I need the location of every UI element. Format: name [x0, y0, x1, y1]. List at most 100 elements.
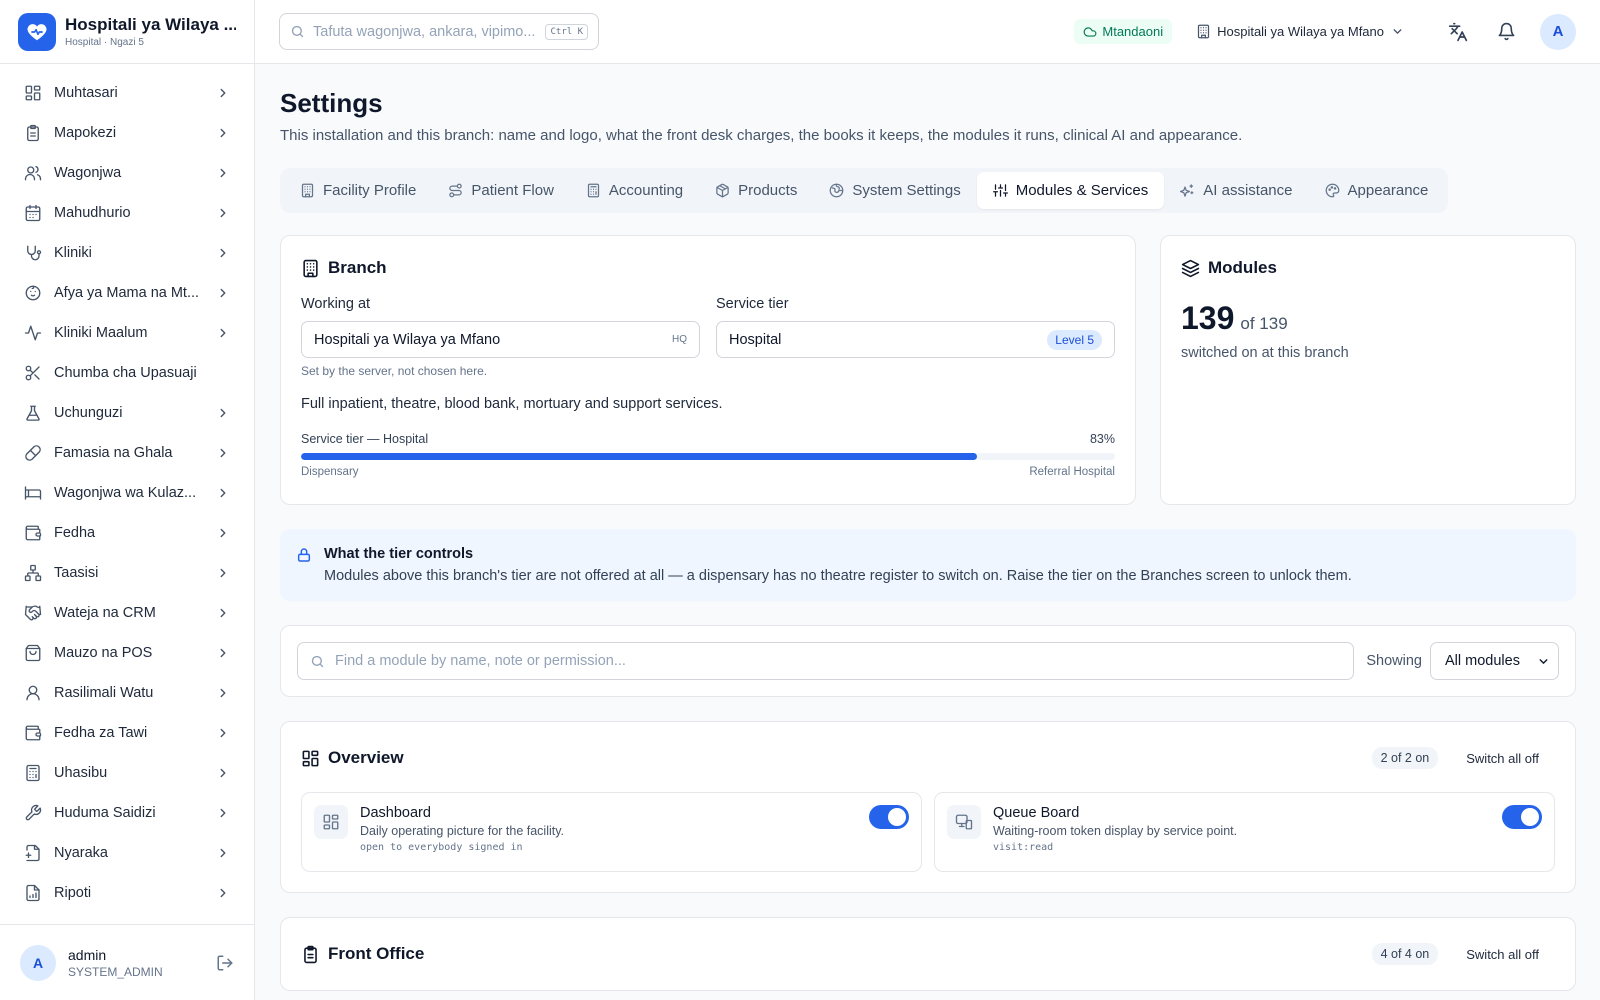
sidebar-item[interactable]: Mahudhurio: [0, 193, 254, 233]
language-icon[interactable]: [1440, 14, 1476, 50]
chevron-right-icon: [216, 326, 230, 340]
calculator-icon: [586, 183, 609, 198]
service-tier-value: Hospital: [729, 331, 782, 348]
users-icon: [24, 164, 42, 182]
level-badge: Level 5: [1047, 329, 1102, 350]
sidebar-item[interactable]: Taasisi: [0, 553, 254, 593]
global-search[interactable]: Ctrl K: [279, 13, 599, 50]
sidebar-item[interactable]: Wateja na CRM: [0, 593, 254, 633]
sidebar-item-label: Huduma Saidizi: [54, 805, 156, 821]
module-permission: visit:read: [993, 842, 1054, 853]
module-toggle[interactable]: [1502, 805, 1542, 829]
chevron-right-icon: [216, 566, 230, 580]
switch-all-off-button[interactable]: Switch all off: [1450, 746, 1555, 771]
chevron-right-icon: [216, 286, 230, 300]
module-toggle[interactable]: [869, 805, 909, 829]
working-at-value: Hospitali ya Wilaya ya Mfano: [314, 331, 501, 348]
tab[interactable]: Products: [699, 172, 813, 209]
avatar[interactable]: A: [20, 944, 56, 981]
sidebar-item[interactable]: Uhasibu: [0, 753, 254, 793]
settings-tabs: Facility Profile Patient Flow Accounting Pr…: [280, 168, 1449, 213]
working-at-field: Hospitali ya Wilaya ya Mfano HQ: [301, 321, 700, 358]
tab-label: System Settings: [852, 182, 961, 199]
sidebar-item[interactable]: Nyaraka: [0, 833, 254, 873]
logout-icon[interactable]: [216, 954, 234, 972]
sidebar-item[interactable]: Chumba cha Upasuaji: [0, 353, 254, 393]
service-tier-field: Hospital Level 5: [716, 321, 1115, 358]
stethoscope-icon: [24, 244, 42, 262]
modules-card-title: Modules: [1208, 258, 1277, 277]
tier-progress-fill: [301, 453, 977, 460]
tier-description: Full inpatient, theatre, blood bank, mor…: [301, 396, 723, 412]
grid-icon: [24, 84, 42, 102]
sidebar-item[interactable]: Wagonjwa wa Kulaz...: [0, 473, 254, 513]
branch-card-title: Branch: [328, 258, 387, 277]
user-avatar[interactable]: A: [1540, 13, 1576, 50]
chevron-right-icon: [216, 886, 230, 900]
sidebar-item-label: Famasia na Ghala: [54, 445, 173, 461]
main-content: Settings This installation and this bran…: [280, 64, 1576, 991]
service-tier-label: Service tier: [716, 296, 789, 312]
chevron-right-icon: [216, 406, 230, 420]
modules-on-count: 139: [1181, 300, 1235, 336]
switch-all-off-button[interactable]: Switch all off: [1450, 942, 1555, 967]
search-input[interactable]: [313, 23, 546, 40]
bell-icon[interactable]: [1488, 14, 1524, 50]
modules-summary-card: Modules 139 of 139 switched on at this b…: [1160, 235, 1576, 505]
sidebar-item[interactable]: Kliniki Maalum: [0, 313, 254, 353]
page-description: This installation and this branch: name …: [280, 127, 1243, 144]
module-filter-select[interactable]: All modules: [1430, 642, 1559, 680]
tab[interactable]: Modules & Services: [976, 172, 1165, 209]
tab[interactable]: Accounting: [570, 172, 699, 209]
brand[interactable]: Hospitali ya Wilaya ... Hospital · Ngazi…: [0, 0, 254, 64]
branch-switcher[interactable]: Hospitali ya Wilaya ya Mfano: [1196, 24, 1410, 39]
sidebar-item[interactable]: Kliniki: [0, 233, 254, 273]
building-icon: [303, 259, 318, 277]
sidebar-item[interactable]: Famasia na Ghala: [0, 433, 254, 473]
sidebar-item-label: Kliniki Maalum: [54, 325, 148, 341]
chevron-right-icon: [216, 606, 230, 620]
sidebar-item[interactable]: Fedha za Tawi: [0, 713, 254, 753]
wallet-icon: [24, 724, 42, 742]
tier-min-label: Dispensary: [301, 466, 359, 478]
chevron-right-icon: [216, 86, 230, 100]
module-filter-bar: Showing All modules: [280, 625, 1576, 697]
sidebar-item[interactable]: Huduma Saidizi: [0, 793, 254, 833]
calendar-icon: [24, 204, 42, 222]
clipboard-icon: [301, 945, 328, 964]
sidebar-item-label: Wagonjwa wa Kulaz...: [54, 485, 197, 501]
tab[interactable]: Patient Flow: [432, 172, 570, 209]
branch-name: Hospitali ya Wilaya ya Mfano: [1217, 24, 1384, 39]
sidebar-item-label: Wateja na CRM: [54, 605, 156, 621]
info-text: Modules above this branch's tier are not…: [324, 568, 1352, 584]
sidebar-item[interactable]: Rasilimali Watu: [0, 673, 254, 713]
module-name: Dashboard: [360, 805, 431, 821]
handshake-icon: [24, 604, 42, 622]
sidebar-item[interactable]: Afya ya Mama na Mt...: [0, 273, 254, 313]
chevron-right-icon: [216, 206, 230, 220]
tab[interactable]: Facility Profile: [284, 172, 432, 209]
tab[interactable]: Appearance: [1309, 172, 1445, 209]
sidebar-item[interactable]: Mauzo na POS: [0, 633, 254, 673]
sidebar-item-label: Muhtasari: [54, 85, 118, 101]
chevron-right-icon: [216, 246, 230, 260]
chevron-right-icon: [216, 486, 230, 500]
chevron-right-icon: [216, 126, 230, 140]
sidebar-item[interactable]: Ripoti: [0, 873, 254, 913]
sidebar-item[interactable]: Wagonjwa: [0, 153, 254, 193]
module-search-input[interactable]: [335, 653, 1342, 669]
working-at-label: Working at: [301, 296, 371, 312]
tier-max-label: Referral Hospital: [1029, 466, 1115, 478]
module-search[interactable]: [297, 642, 1355, 680]
sidebar-item[interactable]: Muhtasari: [0, 73, 254, 113]
section-title: Front Office: [328, 944, 425, 963]
sidebar-item[interactable]: Mapokezi: [0, 113, 254, 153]
heart-logo-icon: [18, 12, 56, 51]
sidebar-item-label: Afya ya Mama na Mt...: [54, 285, 200, 301]
tab[interactable]: AI assistance: [1164, 172, 1308, 209]
sidebar-item[interactable]: Fedha: [0, 513, 254, 553]
tab[interactable]: System Settings: [813, 172, 976, 209]
sidebar-item[interactable]: Uchunguzi: [0, 393, 254, 433]
shortcut-hint: Ctrl K: [545, 23, 588, 40]
module-section: Overview 2 of 2 on Switch all off Dashboard…: [280, 721, 1576, 893]
